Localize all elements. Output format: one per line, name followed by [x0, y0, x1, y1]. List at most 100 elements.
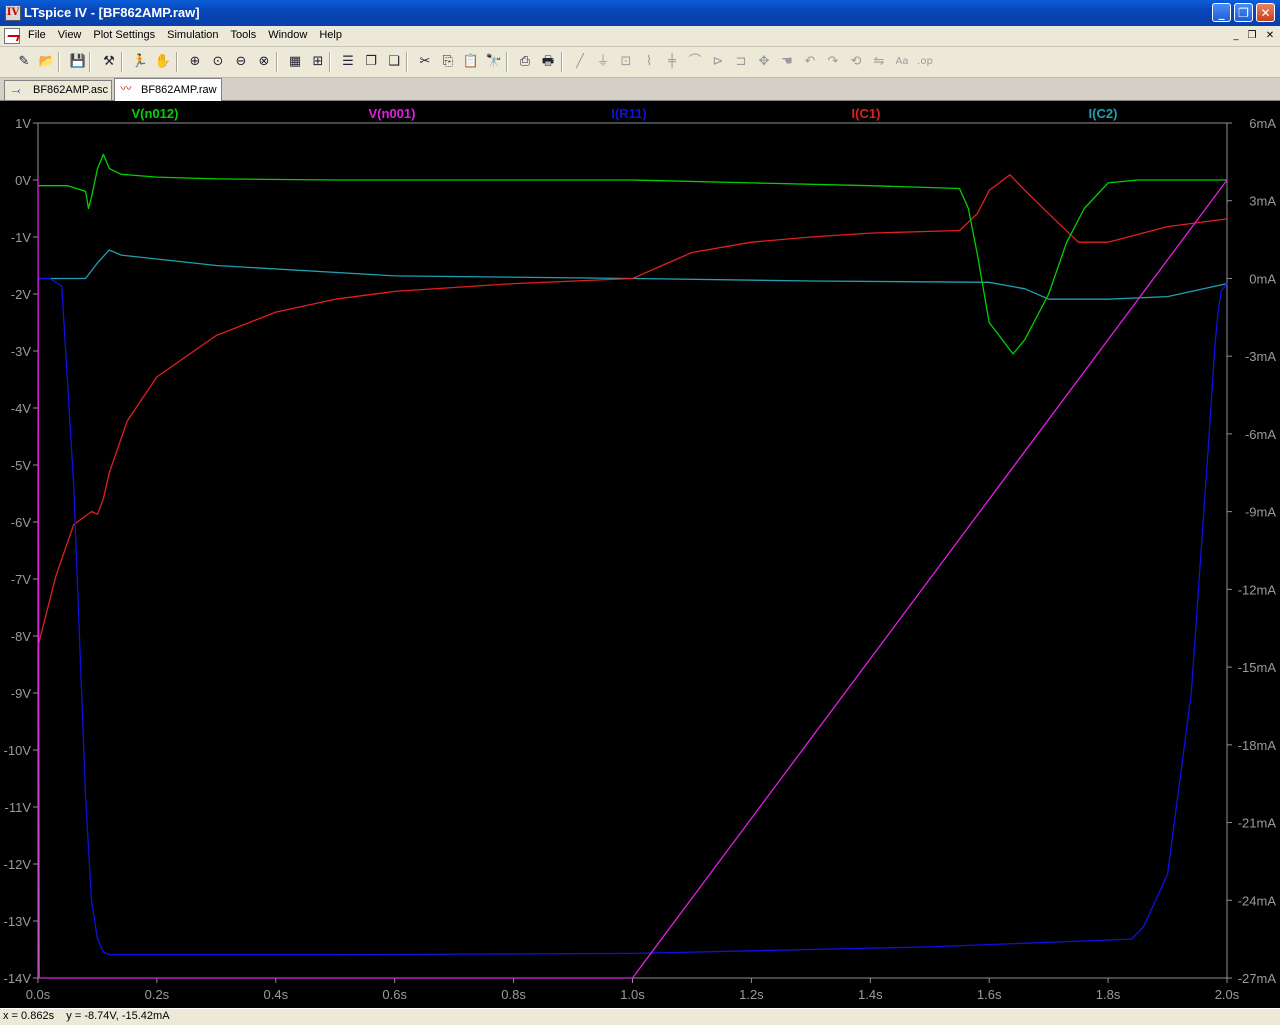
new-schematic-icon[interactable]: ✎ [14, 52, 34, 72]
mirror-icon[interactable]: ⇋ [869, 52, 889, 72]
toolbar-separator [561, 52, 563, 72]
x-tick-label: 1.8s [1096, 987, 1121, 1002]
x-tick-label: 0.2s [145, 987, 170, 1002]
paste-icon[interactable]: 📋 [461, 52, 481, 72]
capacitor-icon[interactable]: ╪ [662, 52, 682, 72]
redo-icon[interactable]: ↷ [823, 52, 843, 72]
y-right-tick-label: -3mA [1245, 349, 1276, 364]
y-left-tick-label: -3V [11, 344, 32, 359]
y-right-tick-label: -21mA [1238, 816, 1277, 831]
waveform-plot[interactable]: 0.0s 0.2s 0.4s 0.6s 0.8s 1.0s 1.2s 1.4s 1.6s 1.8s… [0, 101, 1280, 1008]
y-left-tick-label: -11V [5, 800, 32, 815]
toolbar-separator [176, 52, 178, 72]
x-tick-label: 1.6s [977, 987, 1002, 1002]
y-right-tick-label: -6mA [1245, 427, 1276, 442]
halt-icon[interactable]: ✋ [153, 52, 173, 72]
autorange-icon[interactable]: ▦ [285, 52, 305, 72]
save-icon[interactable]: 💾 [68, 52, 88, 72]
y-right-tick-label: -27mA [1238, 971, 1277, 986]
waveform-icon: 〰 [120, 83, 132, 95]
y-left-tick-label: -5V [11, 458, 32, 473]
drag-icon[interactable]: ☚ [777, 52, 797, 72]
resistor-icon[interactable]: ⌇ [639, 52, 659, 72]
zoom-pan-icon[interactable]: ⊙ [208, 52, 228, 72]
wire-icon[interactable]: ╱ [570, 52, 590, 72]
cascade-icon[interactable]: ❐ [361, 52, 381, 72]
cursor-readout: x = 0.862s y = -8.74V, -15.42mA [3, 1010, 170, 1022]
x-tick-label: 1.2s [739, 987, 764, 1002]
zoom-extents-icon[interactable]: ⊞ [308, 52, 328, 72]
menu-file[interactable]: File [22, 29, 52, 41]
y-left-tick-label: -6V [11, 515, 32, 530]
x-tick-label: 1.0s [620, 987, 645, 1002]
y-left-tick-label: -7V [11, 572, 32, 587]
control-panel-icon[interactable]: ⚒ [99, 52, 119, 72]
x-tick-label: 1.4s [858, 987, 883, 1002]
undo-icon[interactable]: ↶ [800, 52, 820, 72]
menu-plot-settings[interactable]: Plot Settings [87, 29, 161, 41]
menu-window[interactable]: Window [262, 29, 313, 41]
close-button[interactable]: ✕ [1256, 3, 1275, 22]
toolbar-separator [506, 52, 508, 72]
legend-entry: I(C1) [852, 106, 881, 121]
mdi-close-button[interactable]: ✕ [1262, 29, 1278, 43]
menu-view[interactable]: View [52, 29, 88, 41]
spice-directive-icon[interactable]: .op [915, 52, 935, 72]
zoom-cancel-icon[interactable]: ⊗ [254, 52, 274, 72]
y-right-tick-label: 6mA [1249, 116, 1276, 131]
y-left-tick-label: -10V [4, 743, 32, 758]
menu-tools[interactable]: Tools [225, 29, 263, 41]
run-icon[interactable]: 🏃 [130, 52, 150, 72]
series-line-ic1 [37, 174, 1228, 647]
title-bar[interactable]: IV LTspice IV - [BF862AMP.raw] _ ❐ ✕ [0, 0, 1280, 26]
y-right-tick-label: -15mA [1238, 660, 1277, 675]
component-icon[interactable]: ⊐ [731, 52, 751, 72]
legend-entry: V(n012) [132, 106, 179, 121]
toolbar-separator [58, 52, 60, 72]
find-icon[interactable]: 🔭 [484, 52, 504, 72]
tab-label: BF862AMP.asc [33, 84, 109, 96]
label-net-icon[interactable]: ⊡ [616, 52, 636, 72]
toolbar-separator [276, 52, 278, 72]
open-icon[interactable]: 📂 [37, 52, 57, 72]
y-right-tick-label: -24mA [1238, 893, 1277, 908]
tab-label: BF862AMP.raw [141, 84, 217, 96]
y-right-tick-label: 0mA [1249, 271, 1276, 286]
toolbar-separator [329, 52, 331, 72]
print-preview-icon[interactable]: ⎙ [515, 52, 535, 72]
zoom-in-icon[interactable]: ⊕ [185, 52, 205, 72]
y-left-tick-label: -1V [11, 230, 32, 245]
tab-waveform[interactable]: 〰 BF862AMP.raw [114, 78, 222, 101]
window-title: LTspice IV - [BF862AMP.raw] [24, 5, 200, 20]
restore-button[interactable]: ❐ [1234, 3, 1253, 22]
menu-simulation[interactable]: Simulation [161, 29, 224, 41]
cut-icon[interactable]: ✂ [415, 52, 435, 72]
move-icon[interactable]: ✥ [754, 52, 774, 72]
inductor-icon[interactable]: ⌒ [685, 52, 705, 72]
toolbar: ✎ 📂 💾 ⚒ 🏃 ✋ ⊕ ⊙ ⊖ ⊗ ▦ ⊞ ☰ ❐ ❏ ✂ ⎘ 📋 🔭 ⎙ 🖶 ╱ ⏚ ⊡ ⌇ ╪ ⌒ ⊳ ⊐ ✥ ☚ ↶ ↷ ⟲ ⇋ Aa .op [0, 47, 1280, 78]
mdi-minimize-button[interactable]: _ [1228, 29, 1244, 43]
diode-icon[interactable]: ⊳ [708, 52, 728, 72]
minimize-button[interactable]: _ [1212, 3, 1231, 22]
status-bar: x = 0.862s y = -8.74V, -15.42mA [0, 1008, 1280, 1025]
x-tick-label: 0.4s [264, 987, 289, 1002]
toolbar-separator [406, 52, 408, 72]
print-icon[interactable]: 🖶 [538, 52, 558, 72]
menu-bar: File View Plot Settings Simulation Tools Wind… [0, 26, 1280, 47]
mdi-restore-button[interactable]: ❐ [1244, 29, 1260, 43]
tile-horizontal-icon[interactable]: ☰ [338, 52, 358, 72]
menu-help[interactable]: Help [313, 29, 348, 41]
y-left-tick-label: -8V [11, 629, 32, 644]
plot-canvas[interactable]: 0.0s 0.2s 0.4s 0.6s 0.8s 1.0s 1.2s 1.4s 1.6s 1.8s… [0, 101, 1280, 1008]
copy-icon[interactable]: ⎘ [438, 52, 458, 72]
document-icon[interactable] [4, 28, 20, 44]
y-left-tick-label: -4V [11, 401, 32, 416]
ground-icon[interactable]: ⏚ [593, 52, 613, 72]
schematic-icon: ⤙ [11, 85, 21, 97]
tile-vertical-icon[interactable]: ❏ [384, 52, 404, 72]
text-icon[interactable]: Aa [892, 52, 912, 72]
legend-entry: I(R11) [611, 106, 646, 121]
zoom-out-icon[interactable]: ⊖ [231, 52, 251, 72]
tab-schematic[interactable]: ⤙ BF862AMP.asc [4, 80, 112, 100]
rotate-icon[interactable]: ⟲ [846, 52, 866, 72]
